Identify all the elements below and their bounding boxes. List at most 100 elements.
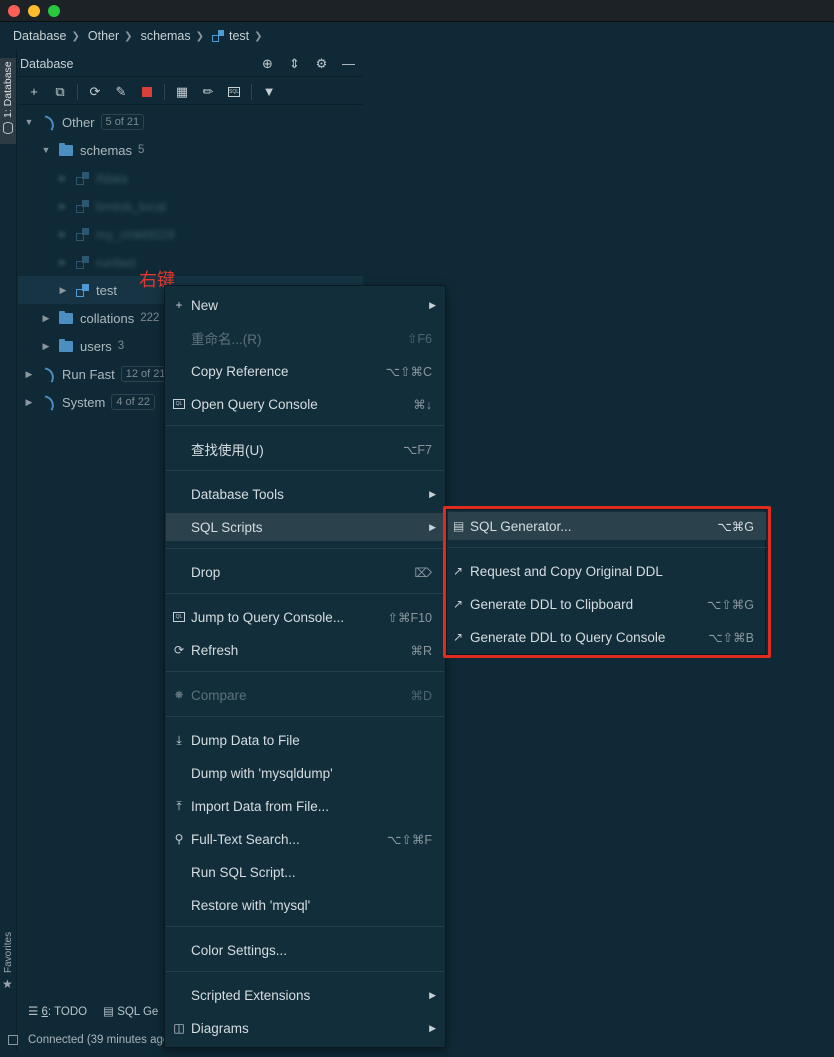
breadcrumb-item-test[interactable]: test [229,29,249,43]
table-icon[interactable]: ▦ [172,82,192,102]
menu-item-jump-query-console[interactable]: QL Jump to Query Console... ⇧⌘F10 [166,603,444,631]
tree-item-schemas[interactable]: ▼ schemas 5 [41,136,144,164]
collapsed-arrow-icon[interactable]: ▶ [58,257,68,267]
status-toggle-icon[interactable] [8,1035,18,1045]
menu-item-request-copy-ddl[interactable]: ↗ Request and Copy Original DDL [448,557,766,585]
menu-separator [166,926,444,927]
menu-item-restore-mysql[interactable]: Restore with 'mysql' [166,891,444,919]
menu-item-dump-data[interactable]: ⤓ Dump Data to File [166,726,444,754]
tree-item-label: users [80,338,112,354]
zoom-window-button[interactable] [48,5,60,17]
menu-item-new[interactable]: + New ▶ [166,291,444,319]
menu-item-dump-mysqldump[interactable]: Dump with 'mysqldump' [166,759,444,787]
menu-item-sql-generator[interactable]: ▤ SQL Generator... ⌥⌘G [448,512,766,540]
tree-item-runfast[interactable]: ▶ Run Fast 12 of 21 [24,360,171,388]
todo-tab[interactable]: ☰ 6: TODO [28,1004,87,1018]
tree-item-schema[interactable]: ▶ brnlob_local [58,192,167,220]
collapsed-arrow-icon[interactable]: ▶ [58,201,68,211]
menu-item-sql-scripts[interactable]: SQL Scripts ▶ [166,513,444,541]
count-badge: 4 of 22 [111,394,155,410]
minimize-window-button[interactable] [28,5,40,17]
menu-item-import-data[interactable]: ⤒ Import Data from File... [166,792,444,820]
collapsed-arrow-icon[interactable]: ▶ [24,397,34,407]
collapse-icon[interactable]: ⇕ [286,55,303,72]
tree-item-collations[interactable]: ▶ collations 222 [41,304,159,332]
submenu-arrow-icon: ▶ [429,1022,436,1033]
menu-item-shortcut: ⌥⇧⌘C [385,364,432,379]
menu-item-scripted-extensions[interactable]: Scripted Extensions ▶ [166,981,444,1009]
duplicate-icon[interactable]: ⧉ [50,82,70,102]
breadcrumb-item-other[interactable]: Other [88,29,119,43]
menu-item-refresh[interactable]: ⟳ Refresh ⌘R [166,636,444,664]
close-window-button[interactable] [8,5,20,17]
download-icon: ⤓ [176,732,182,747]
tree-item-schema[interactable]: ▶ ifdata [58,164,128,192]
menu-item-label: Jump to Query Console... [191,609,345,625]
crosshair-icon[interactable]: ⊕ [259,55,276,72]
gear-icon[interactable]: ⚙ [313,55,330,72]
expanded-arrow-icon[interactable]: ▼ [41,145,51,155]
menu-item-label: Copy Reference [191,363,289,379]
tree-item-users[interactable]: ▶ users 3 [41,332,124,360]
edit-icon[interactable]: ✏ [198,82,218,102]
collapsed-arrow-icon[interactable]: ▶ [41,313,51,323]
collapsed-arrow-icon[interactable]: ▶ [24,369,34,379]
menu-item-label: Generate DDL to Clipboard [470,596,634,612]
menu-separator [166,548,444,549]
external-link-icon: ↗ [453,630,464,644]
menu-item-copy-reference[interactable]: Copy Reference ⌥⇧⌘C [166,357,444,385]
tree-item-system[interactable]: ▶ System 4 of 22 [24,388,155,416]
menu-item-label: Import Data from File... [191,798,330,814]
collapsed-arrow-icon[interactable]: ▶ [58,285,68,295]
refresh-icon: ⟳ [173,643,185,657]
panel-title: Database [20,56,74,71]
sql-console-icon[interactable]: SQL [224,82,244,102]
menu-item-ddl-clipboard[interactable]: ↗ Generate DDL to Clipboard ⌥⇧⌘G [448,590,766,618]
menu-item-compare[interactable]: ✸ Compare ⌘D [166,681,444,709]
submenu-arrow-icon: ▶ [429,299,436,310]
menu-item-shortcut: ⌘D [410,688,432,703]
sql-tab-label: SQL Ge [117,1006,159,1018]
menu-item-shortcut: ⌥⇧⌘B [708,630,754,645]
context-menu: + New ▶ 重命名...(R) ⇧F6 Copy Reference ⌥⇧⌘… [164,285,446,1048]
tree-item-other[interactable]: ▼ Other 5 of 21 [24,108,145,136]
sql-generator-tab[interactable]: ▤ SQL Ge [103,1004,158,1018]
stop-icon[interactable] [137,82,157,102]
database-tool-tab[interactable]: 1: Database [0,58,16,144]
menu-item-label: Database Tools [191,486,284,502]
favorites-tool-tab[interactable]: Favorites ★ [0,925,16,995]
menu-item-ddl-console[interactable]: ↗ Generate DDL to Query Console ⌥⇧⌘B [448,623,766,651]
diagram-icon: ◫ [173,1021,185,1035]
breadcrumb-item-database[interactable]: Database [13,29,67,43]
menu-separator [166,593,444,594]
tree-item-schema[interactable]: ▶ runfast [58,248,136,276]
collapsed-arrow-icon[interactable]: ▶ [58,229,68,239]
tree-item-label: my_rmkt0029 [96,226,175,242]
database-panel-header: Database ⊕ ⇕ ⚙ — [18,51,363,77]
menu-item-rename[interactable]: 重命名...(R) ⇧F6 [166,324,444,352]
minimize-icon[interactable]: — [340,55,357,72]
menu-item-run-sql-script[interactable]: Run SQL Script... [166,858,444,886]
breadcrumb-item-schemas[interactable]: schemas [141,29,191,43]
menu-item-drop[interactable]: Drop ⌦ [166,558,444,586]
collapsed-arrow-icon[interactable]: ▶ [58,173,68,183]
menu-separator [166,671,444,672]
todo-tab-label: : TODO [47,1006,88,1018]
external-link-icon: ↗ [453,564,464,578]
toolbar-divider [77,83,78,100]
menu-item-color-settings[interactable]: Color Settings... [166,936,444,964]
collapsed-arrow-icon[interactable]: ▶ [41,341,51,351]
menu-item-database-tools[interactable]: Database Tools ▶ [166,480,444,508]
toolbar-divider [164,83,165,100]
menu-item-open-query-console[interactable]: QL Open Query Console ⌘↓ [166,390,444,418]
menu-item-full-text-search[interactable]: ⚲ Full-Text Search... ⌥⇧⌘F [166,825,444,853]
tree-item-schema[interactable]: ▶ my_rmkt0029 [58,220,175,248]
refresh-icon[interactable]: ⟳ [85,82,105,102]
menu-item-diagrams[interactable]: ◫ Diagrams ▶ [166,1014,444,1042]
expanded-arrow-icon[interactable]: ▼ [24,117,34,127]
add-icon[interactable]: + [24,82,44,102]
filter-icon[interactable]: ▼ [259,82,279,102]
properties-icon[interactable]: ✎ [111,82,131,102]
submenu-arrow-icon: ▶ [429,989,436,1000]
menu-item-find-usages[interactable]: 查找使用(U) ⌥F7 [166,435,444,463]
